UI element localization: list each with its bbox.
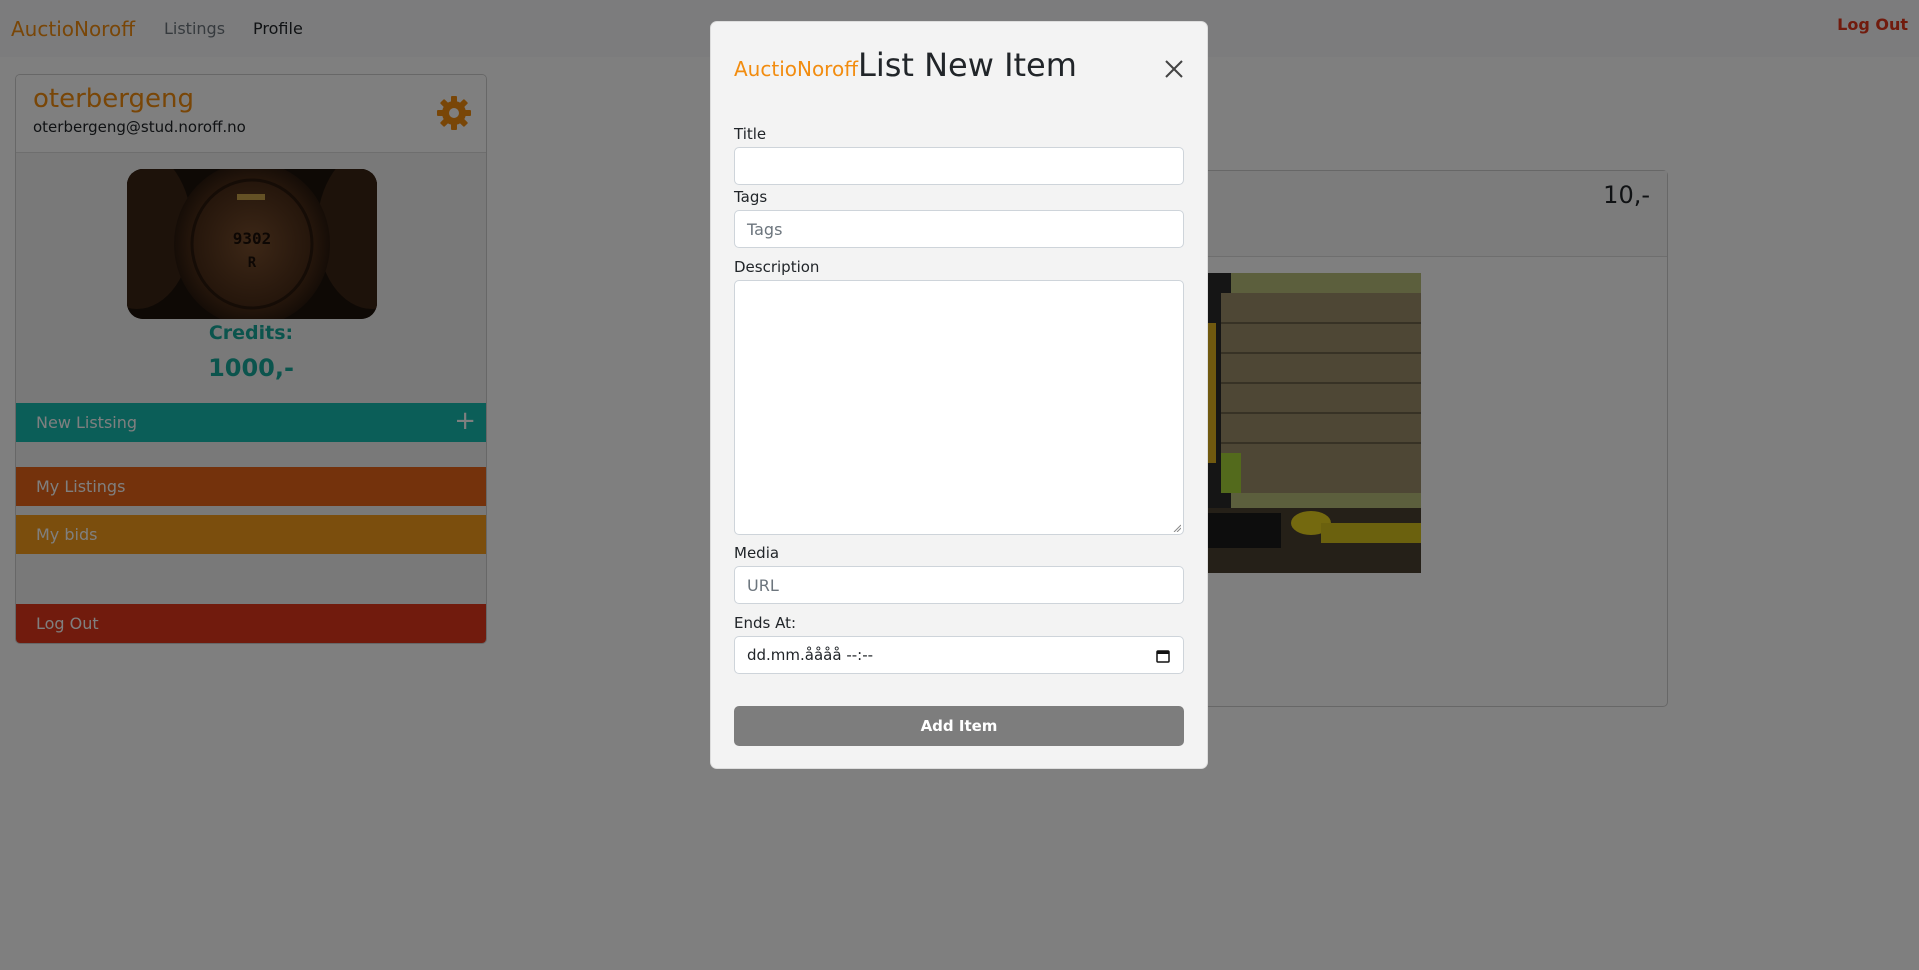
- tags-input[interactable]: Tags: [734, 210, 1184, 248]
- media-url-input[interactable]: URL: [734, 566, 1184, 604]
- resize-handle-icon[interactable]: [1173, 524, 1181, 532]
- title-input[interactable]: [734, 147, 1184, 185]
- close-icon[interactable]: [1163, 58, 1185, 80]
- modal-brand: AuctioNoroff: [734, 57, 858, 81]
- add-item-button[interactable]: Add Item: [734, 706, 1184, 746]
- media-label: Media: [734, 544, 780, 562]
- ends-at-datetime-input[interactable]: dd.mm.åååå --:--: [734, 636, 1184, 674]
- ends-at-value: dd.mm.åååå --:--: [747, 646, 874, 664]
- description-textarea[interactable]: [734, 280, 1184, 535]
- modal-title: List New Item: [857, 46, 1077, 84]
- ends-at-label: Ends At:: [734, 614, 797, 632]
- description-label: Description: [734, 258, 820, 276]
- modal-title-row: AuctioNoroff List New Item: [734, 46, 1077, 84]
- title-label: Title: [734, 125, 767, 143]
- new-item-modal: AuctioNoroff List New Item Title Tags Ta…: [710, 21, 1208, 769]
- calendar-icon[interactable]: [1156, 649, 1170, 663]
- tags-label: Tags: [734, 188, 768, 206]
